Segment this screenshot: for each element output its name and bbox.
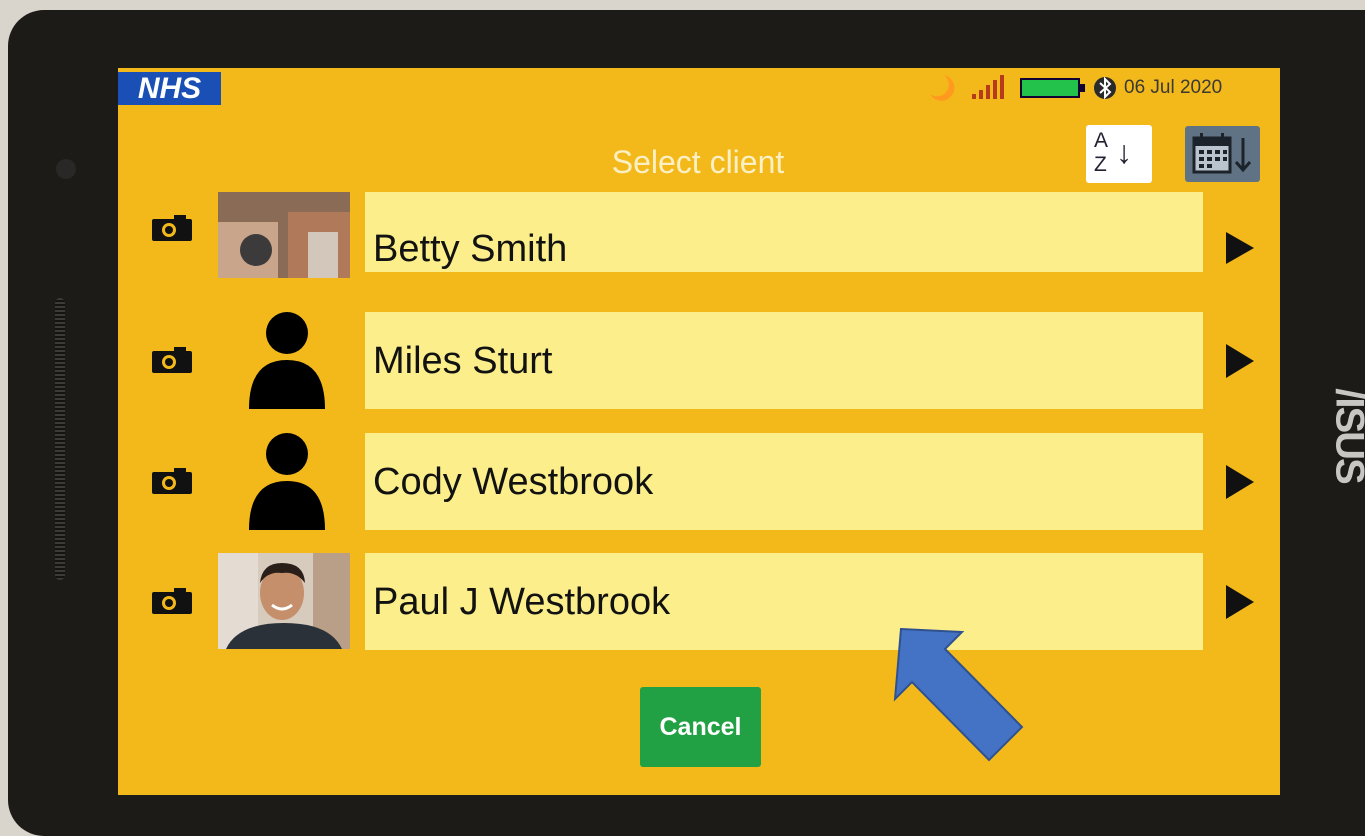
page-title: Select client: [611, 144, 785, 180]
signal-icon: [972, 75, 1004, 99]
sort-alpha-top-letter: A: [1094, 129, 1109, 152]
status-bar: NHS 06 Jul 2020: [118, 68, 1280, 106]
chevron-right-icon[interactable]: [1224, 342, 1256, 380]
client-photo: [218, 192, 350, 278]
chevron-right-icon[interactable]: [1224, 230, 1256, 266]
client-name-box[interactable]: Miles Sturt: [365, 312, 1203, 409]
chevron-right-icon[interactable]: [1224, 583, 1256, 621]
cancel-button[interactable]: Cancel: [640, 687, 761, 767]
device-brand-logo: /ISUS: [1327, 387, 1365, 483]
speaker-grille: [55, 298, 65, 580]
sort-arrow-icon: ↓: [1116, 134, 1132, 170]
client-row[interactable]: Betty Smith: [118, 192, 1280, 290]
client-name-box[interactable]: Betty Smith: [365, 192, 1203, 272]
person-placeholder-icon: [249, 433, 325, 530]
status-date: 06 Jul 2020: [1124, 77, 1223, 98]
client-photo: [218, 553, 350, 649]
camera-icon[interactable]: [150, 585, 194, 615]
camera-icon[interactable]: [150, 465, 194, 495]
client-name: Miles Sturt: [373, 340, 553, 382]
client-name-box[interactable]: Paul J Westbrook: [365, 553, 1203, 650]
app-screen: NHS 06 Jul 2020 Select client A Z ↓ Bett…: [118, 68, 1280, 795]
nhs-logo: NHS: [118, 72, 221, 105]
client-name: Betty Smith: [373, 228, 568, 270]
chevron-right-icon[interactable]: [1224, 463, 1256, 501]
calendar-icon: [1192, 133, 1252, 174]
sort-alpha-bottom-letter: Z: [1094, 153, 1107, 176]
front-camera: [56, 159, 76, 179]
client-name-box[interactable]: Cody Westbrook: [365, 433, 1203, 530]
camera-icon[interactable]: [150, 344, 194, 374]
client-row[interactable]: Cody Westbrook: [118, 433, 1280, 531]
moon-icon: [930, 75, 955, 101]
client-row[interactable]: Paul J Westbrook: [118, 553, 1280, 651]
client-name: Cody Westbrook: [373, 461, 654, 503]
sort-by-date-button[interactable]: [1185, 126, 1260, 182]
person-placeholder-icon: [249, 312, 325, 409]
battery-icon: [1020, 78, 1085, 98]
bluetooth-icon: [1094, 76, 1116, 100]
camera-icon[interactable]: [150, 212, 194, 242]
sort-alphabetical-button[interactable]: A Z ↓: [1086, 125, 1152, 183]
client-row[interactable]: Miles Sturt: [118, 312, 1280, 410]
client-name: Paul J Westbrook: [373, 581, 671, 623]
